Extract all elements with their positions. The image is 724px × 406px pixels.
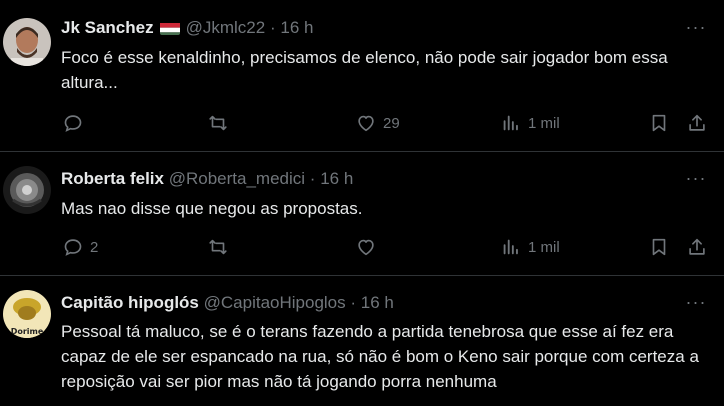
timestamp[interactable]: 16 h xyxy=(280,18,313,37)
tweet-header: Jk Sanchez @Jkmlc22 · 16 h xyxy=(61,17,313,39)
tweet-text: Pessoal tá maluco, se é o terans fazendo… xyxy=(61,322,699,391)
bookmark-button[interactable] xyxy=(648,235,670,259)
like-count: 29 xyxy=(383,114,400,132)
retweet-icon xyxy=(207,112,229,134)
views-chart-icon xyxy=(500,112,522,134)
more-options-button[interactable]: ··· xyxy=(684,17,708,37)
tweet-actions: 29 1 mil xyxy=(0,111,724,135)
avatar[interactable] xyxy=(3,166,51,214)
tweet[interactable]: Jk Sanchez @Jkmlc22 · 16 h ··· Foco é ess… xyxy=(0,0,724,152)
separator: · xyxy=(269,18,276,37)
share-icon xyxy=(686,236,708,258)
more-options-button[interactable]: ··· xyxy=(684,168,708,188)
timestamp[interactable]: 16 h xyxy=(320,169,353,188)
author-handle[interactable]: @CapitaoHipoglos xyxy=(204,293,346,312)
reply-count: 2 xyxy=(90,238,99,256)
reply-icon xyxy=(62,236,84,258)
share-icon xyxy=(686,112,708,134)
tweet-header: Roberta felix @Roberta_medici · 16 h xyxy=(61,168,353,190)
tweet[interactable]: Roberta felix @Roberta_medici · 16 h ···… xyxy=(0,152,724,276)
share-button[interactable] xyxy=(686,235,708,259)
retweet-button[interactable] xyxy=(207,111,235,135)
views-button[interactable]: 1 mil xyxy=(500,235,560,259)
heart-icon xyxy=(355,112,377,134)
views-count: 1 mil xyxy=(528,114,560,132)
more-options-button[interactable]: ··· xyxy=(684,292,708,312)
bookmark-icon xyxy=(648,112,670,134)
heart-icon xyxy=(355,236,377,258)
views-chart-icon xyxy=(500,236,522,258)
tweet-text: Mas nao disse que negou as propostas. xyxy=(61,199,363,218)
avatar[interactable]: Dorime xyxy=(3,290,51,338)
like-button[interactable] xyxy=(355,235,383,259)
author-name[interactable]: Roberta felix xyxy=(61,169,164,188)
author-handle[interactable]: @Roberta_medici xyxy=(169,169,305,188)
avatar[interactable] xyxy=(3,18,51,66)
hungary-flag-icon xyxy=(159,21,180,35)
bookmark-button[interactable] xyxy=(648,111,670,135)
separator: · xyxy=(350,293,357,312)
like-button[interactable]: 29 xyxy=(355,111,400,135)
bookmark-icon xyxy=(648,236,670,258)
retweet-button[interactable] xyxy=(207,235,235,259)
separator: · xyxy=(309,169,316,188)
views-button[interactable]: 1 mil xyxy=(500,111,560,135)
author-name[interactable]: Jk Sanchez xyxy=(61,18,154,37)
tweet[interactable]: Dorime Capitão hipoglós @CapitaoHipoglos… xyxy=(0,276,724,406)
author-name[interactable]: Capitão hipoglós xyxy=(61,293,199,312)
timestamp[interactable]: 16 h xyxy=(361,293,394,312)
avatar-caption: Dorime xyxy=(11,327,44,336)
reply-icon xyxy=(62,112,84,134)
retweet-icon xyxy=(207,236,229,258)
views-count: 1 mil xyxy=(528,238,560,256)
tweet-text: Foco é esse kenaldinho, precisamos de el… xyxy=(61,48,668,92)
share-button[interactable] xyxy=(686,111,708,135)
tweet-actions: 2 1 mil xyxy=(0,235,724,259)
reply-button[interactable]: 2 xyxy=(62,235,98,259)
author-handle[interactable]: @Jkmlc22 xyxy=(186,18,266,37)
reply-feed: Jk Sanchez @Jkmlc22 · 16 h ··· Foco é ess… xyxy=(0,0,724,406)
reply-button[interactable] xyxy=(62,111,90,135)
tweet-header: Capitão hipoglós @CapitaoHipoglos · 16 h xyxy=(61,292,394,314)
